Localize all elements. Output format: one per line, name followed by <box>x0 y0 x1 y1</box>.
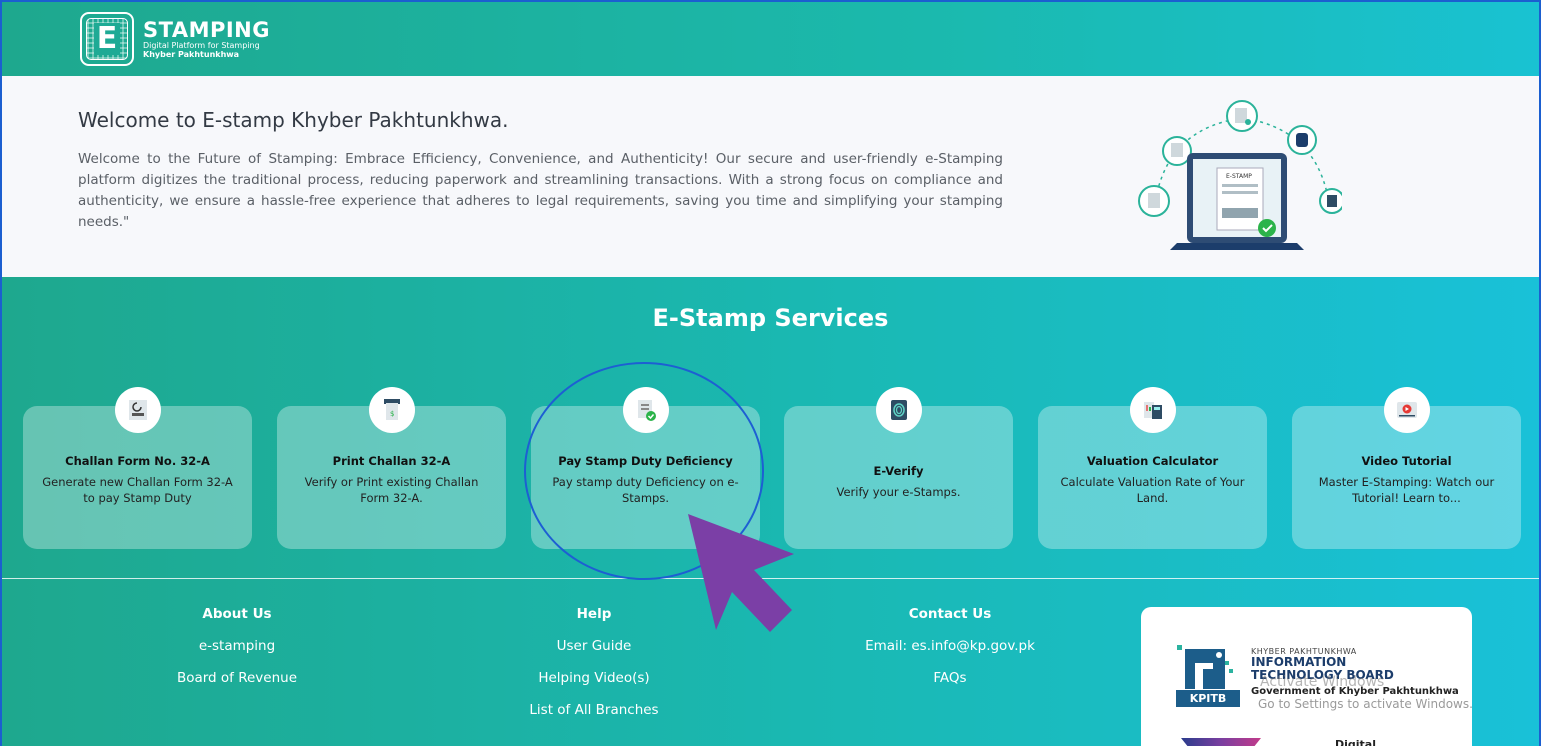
card-description: Master E-Stamping: Watch our Tutorial! L… <box>1318 475 1495 505</box>
calculator-icon <box>1129 387 1176 433</box>
logo-subtitle-1: Digital Platform for Stamping <box>143 41 260 50</box>
laptop-estamp-illustration-icon: E-STAMP <box>1138 100 1342 250</box>
printer-icon: $ <box>368 387 415 433</box>
svg-text:E-STAMP: E-STAMP <box>1226 173 1252 180</box>
card-title: Challan Form No. 32-A <box>65 454 210 468</box>
logo-subtitle-2: Khyber Pakhtunkhwa <box>143 50 240 59</box>
footer-link-faqs[interactable]: FAQs <box>830 670 1070 686</box>
service-card-video-tutorial[interactable]: Video Tutorial Master E-Stamping: Watch … <box>1292 387 1521 549</box>
video-play-icon <box>1383 387 1430 433</box>
service-card-pay-deficiency[interactable]: Pay Stamp Duty Deficiency Pay stamp duty… <box>531 387 760 549</box>
footer-help-column: Help User Guide Helping Video(s) List of… <box>494 606 694 734</box>
logo-title: STAMPING <box>143 18 270 42</box>
kpitb-badge: KPITB <box>1176 690 1240 707</box>
card-title: Print Challan 32-A <box>332 454 451 468</box>
document-check-icon <box>622 387 669 433</box>
service-card-print-challan[interactable]: $ Print Challan 32-A Verify or Print exi… <box>277 387 506 549</box>
digital-logo-icon <box>1181 738 1261 746</box>
welcome-title: Welcome to E-stamp Khyber Pakhtunkhwa. <box>78 108 509 132</box>
card-title: E-Verify <box>873 464 924 478</box>
service-card-valuation-calculator[interactable]: Valuation Calculator Calculate Valuation… <box>1038 387 1267 549</box>
footer-heading-about: About Us <box>202 606 272 622</box>
card-title: Pay Stamp Duty Deficiency <box>558 454 733 468</box>
welcome-section: Welcome to E-stamp Khyber Pakhtunkhwa. W… <box>2 76 1539 277</box>
card-description: Verify your e-Stamps. <box>836 485 961 499</box>
footer-link-helping-videos[interactable]: Helping Video(s) <box>494 670 694 686</box>
receipt-icon <box>114 387 161 433</box>
footer-heading-contact: Contact Us <box>908 606 992 622</box>
card-description: Generate new Challan Form 32-A to pay St… <box>42 475 233 505</box>
footer-link-all-branches[interactable]: List of All Branches <box>494 702 694 718</box>
services-title: E-Stamp Services <box>652 304 889 332</box>
logo-letter: E <box>93 23 121 55</box>
estamping-logo[interactable]: E STAMPING Digital Platform for Stamping… <box>80 12 270 66</box>
welcome-body: Welcome to the Future of Stamping: Embra… <box>78 151 1003 230</box>
fingerprint-icon <box>875 387 922 433</box>
service-card-e-verify[interactable]: E-Verify Verify your e-Stamps. <box>784 387 1013 549</box>
footer-link-email[interactable]: Email: es.info@kp.gov.pk <box>830 638 1070 654</box>
card-description: Pay stamp duty Deficiency on e-Stamps. <box>552 475 739 505</box>
card-title: Video Tutorial <box>1361 454 1452 468</box>
digital-label: Digital <box>1335 738 1376 746</box>
footer-about-column: About Us e-stamping Board of Revenue <box>137 606 337 702</box>
footer-contact-column: Contact Us Email: es.info@kp.gov.pk FAQs <box>830 606 1070 702</box>
activate-windows-watermark: Activate Windows <box>1260 674 1385 690</box>
site-header: E STAMPING Digital Platform for Stamping… <box>2 2 1539 76</box>
footer-heading-help: Help <box>576 606 612 622</box>
svg-text:$: $ <box>390 410 394 418</box>
card-description: Verify or Print existing Challan Form 32… <box>304 475 479 505</box>
page-frame: E STAMPING Digital Platform for Stamping… <box>0 0 1541 746</box>
card-title: Valuation Calculator <box>1086 454 1219 468</box>
activate-windows-hint: Go to Settings to activate Windows. <box>1258 697 1473 711</box>
footer-divider <box>2 578 1539 579</box>
footer-link-user-guide[interactable]: User Guide <box>494 638 694 654</box>
service-card-challan-form[interactable]: Challan Form No. 32-A Generate new Chall… <box>23 387 252 549</box>
card-description: Calculate Valuation Rate of Your Land. <box>1060 475 1245 505</box>
footer-link-e-stamping[interactable]: e-stamping <box>137 638 337 654</box>
logo-mark-icon: E <box>80 12 134 66</box>
footer-link-board-of-revenue[interactable]: Board of Revenue <box>137 670 337 686</box>
